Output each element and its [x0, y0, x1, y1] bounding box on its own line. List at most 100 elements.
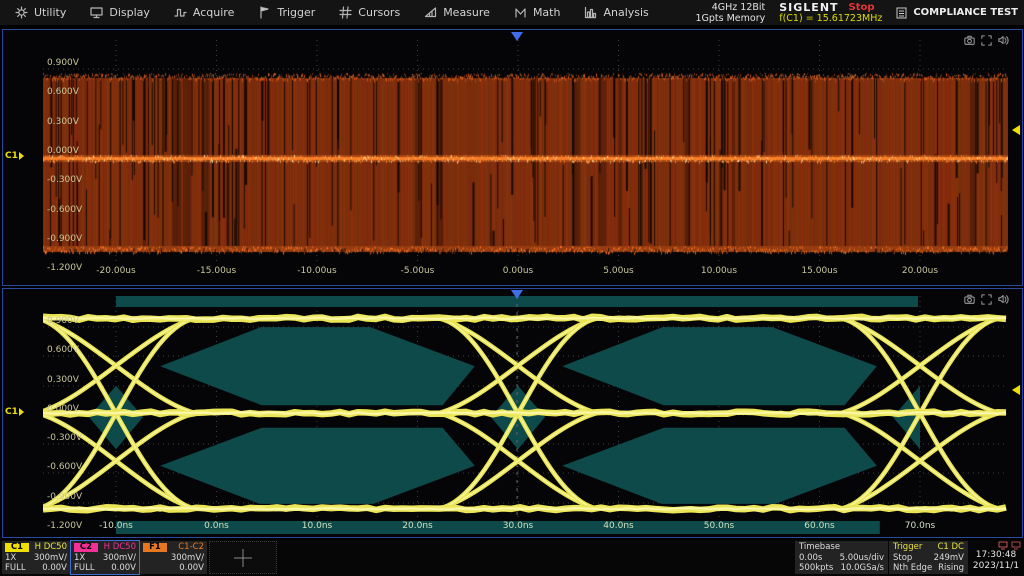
- memory-label: 1Gpts Memory: [695, 13, 765, 24]
- x-axis-label: -10.0ns: [99, 521, 133, 531]
- y-axis-label: 0.600V: [47, 345, 79, 355]
- x-axis-label: 10.00us: [701, 266, 737, 276]
- f1-badge: F1: [143, 543, 167, 552]
- menu-item-display[interactable]: Display: [83, 0, 167, 25]
- menu-item-measure[interactable]: Measure: [417, 0, 507, 25]
- menu-items: Utility Display Acquire Trigger CursorsMeasu…: [0, 0, 666, 25]
- camera-icon: [964, 294, 975, 305]
- trigger-position-marker[interactable]: [511, 32, 523, 41]
- x-axis-label: 20.00us: [902, 266, 938, 276]
- x-axis-label: -5.00us: [401, 266, 435, 276]
- timebase-label: Timebase: [799, 542, 840, 553]
- y-axis-label: 0.600V: [47, 87, 79, 97]
- eye-panel-toolbar: [964, 290, 1009, 309]
- status-bar: C1 H DC50 1X300mV/ FULL0.00V C2 H DC50 1…: [0, 540, 1024, 576]
- expand-icon: [981, 294, 992, 305]
- gear-icon: [15, 6, 28, 19]
- trigger-box[interactable]: Trigger C1 DC Stop249mV Nth EdgeRising: [889, 541, 968, 574]
- oscilloscope-screen: Utility Display Acquire Trigger CursorsMeasu…: [0, 0, 1024, 576]
- compliance-test-label: COMPLIANCE TEST: [913, 7, 1018, 18]
- y-axis-label: -0.900V: [47, 234, 82, 244]
- c1-badge: C1: [5, 543, 29, 552]
- x-axis-label: 0.00us: [503, 266, 533, 276]
- capture-waveform: [43, 70, 1008, 260]
- eye-diagram-plot: [3, 289, 1021, 537]
- y-axis-label: 0.900V: [47, 316, 79, 326]
- bandwidth-label: 4GHz 12Bit: [695, 2, 765, 13]
- f1-source: C1-C2: [178, 542, 204, 553]
- channel-box-c1[interactable]: C1 H DC50 1X300mV/ FULL0.00V: [2, 541, 70, 574]
- y-axis-label: -0.300V: [47, 175, 82, 185]
- frequency-readout: f(C1) = 15.61723MHz: [779, 13, 882, 24]
- x-axis-label: 10.0ns: [302, 521, 332, 531]
- speaker-button[interactable]: [998, 31, 1009, 50]
- trigger-position-marker[interactable]: [511, 290, 523, 299]
- menu-item-label: Analysis: [603, 6, 648, 19]
- channel-box-c2[interactable]: C2 H DC50 1X300mV/ FULL0.00V: [71, 541, 139, 574]
- menu-item-label: Math: [533, 6, 561, 19]
- menu-item-math[interactable]: Math: [507, 0, 578, 25]
- menu-item-label: Display: [109, 6, 150, 19]
- lan-icon[interactable]: [998, 541, 1008, 550]
- y-axis-label: 0.000V: [47, 146, 79, 156]
- brand-logo: SIGLENT: [779, 2, 838, 13]
- menu-bar: Utility Display Acquire Trigger CursorsMeasu…: [0, 0, 1024, 25]
- compliance-test-tab[interactable]: COMPLIANCE TEST: [896, 7, 1018, 19]
- channel-offset-marker[interactable]: C1: [5, 151, 24, 161]
- menu-item-cursors[interactable]: Cursors: [332, 0, 417, 25]
- add-channel-icon: [232, 547, 254, 569]
- menu-item-utility[interactable]: Utility: [8, 0, 83, 25]
- expand-button[interactable]: [981, 31, 992, 50]
- menubar-right: 4GHz 12Bit 1Gpts Memory SIGLENT Stop f(C…: [695, 0, 1024, 25]
- menu-item-acquire[interactable]: Acquire: [167, 0, 251, 25]
- right-arrow-icon: [19, 408, 24, 416]
- menu-item-analysis[interactable]: Analysis: [577, 0, 665, 25]
- clock-date: 2023/11/1: [970, 561, 1022, 572]
- datetime-block: 17:30:48 2023/11/1: [970, 541, 1022, 572]
- x-axis-label: 50.0ns: [704, 521, 734, 531]
- scope-specs: 4GHz 12Bit 1Gpts Memory: [695, 2, 765, 24]
- y-axis-label: -1.200V: [47, 521, 82, 531]
- x-axis-label: 30.0ns: [503, 521, 533, 531]
- x-axis-label: 60.0ns: [804, 521, 834, 531]
- channel-box-f1[interactable]: F1 C1-C2 300mV/ 0.00V: [140, 541, 207, 574]
- x-axis-label: 0.0ns: [204, 521, 229, 531]
- camera-icon: [964, 35, 975, 46]
- c2-badge: C2: [74, 543, 98, 552]
- trigger-source: C1 DC: [937, 542, 964, 553]
- c2-coupling: H DC50: [104, 542, 136, 553]
- x-axis-label: 70.0ns: [905, 521, 935, 531]
- capture-panel-toolbar: [964, 31, 1009, 50]
- y-axis-label: 0.300V: [47, 375, 79, 385]
- camera-button[interactable]: [964, 290, 975, 309]
- y-axis-label: -0.300V: [47, 433, 82, 443]
- trigger-level-marker[interactable]: [1012, 125, 1020, 135]
- brand-block: SIGLENT Stop f(C1) = 15.61723MHz: [779, 2, 882, 24]
- speaker-button[interactable]: [998, 290, 1009, 309]
- remote-icon[interactable]: [1011, 541, 1021, 550]
- measure-icon: [424, 6, 437, 19]
- channel-offset-marker[interactable]: C1: [5, 407, 24, 417]
- y-axis-label: -0.600V: [47, 205, 82, 215]
- acquire-icon: [174, 6, 187, 19]
- menu-item-label: Acquire: [193, 6, 234, 19]
- x-axis-label: -20.00us: [96, 266, 135, 276]
- checklist-icon: [896, 7, 907, 19]
- expand-button[interactable]: [981, 290, 992, 309]
- analysis-icon: [584, 6, 597, 19]
- menu-item-label: Trigger: [277, 6, 315, 19]
- x-axis-label: 20.0ns: [402, 521, 432, 531]
- trigger-level-marker[interactable]: [1012, 385, 1020, 395]
- x-axis-label: 40.0ns: [603, 521, 633, 531]
- x-axis-label: 5.00us: [603, 266, 633, 276]
- x-axis-label: 15.00us: [801, 266, 837, 276]
- right-arrow-icon: [19, 152, 24, 160]
- timebase-box[interactable]: Timebase 0.00s5.00us/div 500kpts10.0GSa/…: [795, 541, 888, 574]
- menu-item-trigger[interactable]: Trigger: [251, 0, 332, 25]
- run-state-badge[interactable]: Stop: [849, 2, 875, 13]
- y-axis-label: -0.900V: [47, 492, 82, 502]
- camera-button[interactable]: [964, 31, 975, 50]
- clock-time: 17:30:48: [970, 550, 1022, 561]
- add-channel-button[interactable]: [209, 541, 277, 574]
- y-axis-label: -1.200V: [47, 263, 82, 273]
